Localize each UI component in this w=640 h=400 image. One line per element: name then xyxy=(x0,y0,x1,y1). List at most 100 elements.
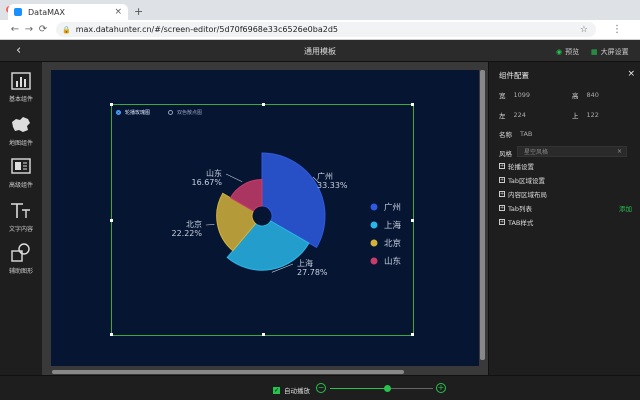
expand-icon: + xyxy=(499,177,505,183)
preview-button[interactable]: ◉ 预览 xyxy=(556,47,579,57)
style-value: 星空风格 xyxy=(524,149,549,156)
browser-tab-title: DataMAX xyxy=(28,7,65,17)
add-tab-button[interactable]: 添加 xyxy=(619,203,632,213)
height-value[interactable]: 840 xyxy=(587,91,599,99)
page-title: 通用模板 xyxy=(304,47,336,56)
section-label: Tab区域设置 xyxy=(508,177,546,185)
vertical-scrollbar[interactable] xyxy=(480,70,485,360)
height-label: 高 xyxy=(572,92,579,100)
zoom-slider[interactable] xyxy=(330,385,433,392)
component-config-panel: 组件配置 × 宽 1099 高 840 左 224 上 122 名称 TAB 风… xyxy=(488,62,640,375)
zoom-slider-fill xyxy=(330,388,387,389)
toolbar-item-label: 基本组件 xyxy=(8,96,33,103)
width-value[interactable]: 1099 xyxy=(514,91,531,99)
width-label: 宽 xyxy=(499,92,506,100)
height-field[interactable]: 高 840 xyxy=(572,90,599,100)
grid-settings-icon: ▦ xyxy=(591,48,598,56)
zoom-out-button[interactable]: − xyxy=(316,383,326,393)
section-tab-area[interactable]: + Tab区域设置 xyxy=(499,175,545,185)
map-icon xyxy=(0,114,42,136)
url-field[interactable]: 🔒 max.datahunter.cn/#/screen-editor/5d70… xyxy=(56,22,596,37)
legend-label[interactable]: 广州 xyxy=(384,202,401,213)
close-icon[interactable]: × xyxy=(627,69,635,79)
editor-canvas: 轮播玫瑰图 双色散点图 广州 33.33% 上海 27.78% 北京 22.22% 山东 16… xyxy=(42,62,488,375)
legend-swatch[interactable] xyxy=(370,239,378,247)
toolbar-item-advanced[interactable]: 高级组件 xyxy=(0,156,42,189)
left-field[interactable]: 左 224 xyxy=(499,110,526,120)
slice-percent-label: 16.67% xyxy=(191,178,222,187)
browser-menu-icon[interactable]: ⋮ xyxy=(612,24,622,35)
legend-label[interactable]: 上海 xyxy=(384,220,402,231)
toolbar-item-shapes[interactable]: 辅助图形 xyxy=(0,242,42,275)
checkbox-checked-icon: ✓ xyxy=(273,386,280,394)
section-label: 内容区域布局 xyxy=(508,191,547,199)
toolbar-item-basic[interactable]: 基本组件 xyxy=(0,70,42,103)
legend-swatch[interactable] xyxy=(370,203,378,211)
slice-percent-label: 27.78% xyxy=(297,268,328,277)
address-bar: ← → ⟳ 🔒 max.datahunter.cn/#/screen-edito… xyxy=(0,20,640,40)
top-label: 上 xyxy=(572,112,579,120)
tab-close-icon[interactable]: × xyxy=(114,7,122,17)
toolbar-item-map[interactable]: 地图组件 xyxy=(0,114,42,147)
bigscreen-settings-button[interactable]: ▦ 大屏设置 xyxy=(591,47,629,57)
advanced-components-icon xyxy=(0,156,42,178)
zoom-in-button[interactable]: + xyxy=(436,383,446,393)
width-field[interactable]: 宽 1099 xyxy=(499,90,530,100)
section-tab-list[interactable]: + Tab列表 xyxy=(499,203,532,213)
browser-tab[interactable]: DataMAX × xyxy=(8,4,128,20)
expand-icon: + xyxy=(499,219,505,225)
toolbar-item-label: 文字内容 xyxy=(8,226,33,233)
preview-label: 预览 xyxy=(565,48,580,56)
text-icon xyxy=(0,200,42,222)
autoplay-checkbox[interactable]: ✓ 自动播放 xyxy=(273,385,310,395)
eye-icon: ◉ xyxy=(556,48,563,56)
clear-icon[interactable]: × xyxy=(617,148,622,155)
reload-icon[interactable]: ⟳ xyxy=(36,24,50,35)
legend-swatch[interactable] xyxy=(370,257,378,265)
legend-swatch[interactable] xyxy=(370,221,378,229)
bigscreen-label: 大屏设置 xyxy=(600,48,629,56)
bar-chart-icon xyxy=(0,70,42,92)
section-content-layout[interactable]: + 内容区域布局 xyxy=(499,189,547,199)
zoom-slider-knob[interactable] xyxy=(383,385,391,392)
expand-icon: + xyxy=(499,191,505,197)
section-label: Tab列表 xyxy=(508,205,533,213)
label-leader-line xyxy=(205,224,215,226)
back-arrow-icon[interactable]: ← xyxy=(8,24,22,35)
expand-icon: + xyxy=(499,205,505,211)
top-value[interactable]: 122 xyxy=(587,111,599,119)
slice-percent-label: 33.33% xyxy=(317,181,348,190)
bookmark-star-icon[interactable]: ☆ xyxy=(580,25,588,35)
expand-icon: + xyxy=(499,163,505,169)
left-label: 左 xyxy=(499,112,506,120)
favicon-icon xyxy=(14,8,22,16)
horizontal-scrollbar[interactable] xyxy=(52,370,404,374)
slice-name-label: 山东 xyxy=(206,168,222,178)
label-leader-line xyxy=(225,173,243,183)
legend-label[interactable]: 北京 xyxy=(384,238,401,249)
selected-component-frame[interactable]: 轮播玫瑰图 双色散点图 广州 33.33% 上海 27.78% 北京 22.22% 山东 16… xyxy=(110,103,414,336)
app-header: ‹ 通用模板 ◉ 预览 ▦ 大屏设置 xyxy=(0,40,640,62)
name-label: 名称 xyxy=(499,131,512,139)
slice-name-label: 广州 xyxy=(317,171,333,181)
section-carousel-settings[interactable]: + 轮播设置 xyxy=(499,161,534,171)
style-label-row: 风格 xyxy=(499,148,512,158)
toolbar-item-label: 地图组件 xyxy=(8,140,33,147)
url-text: max.datahunter.cn/#/screen-editor/5d70f6… xyxy=(75,25,338,34)
top-field[interactable]: 上 122 xyxy=(572,110,599,120)
new-tab-icon[interactable]: + xyxy=(134,5,143,18)
shapes-icon xyxy=(0,242,42,264)
toolbar-item-label: 辅助图形 xyxy=(8,268,33,275)
legend-label[interactable]: 山东 xyxy=(384,256,401,267)
style-select[interactable]: 星空风格 × xyxy=(517,146,627,157)
section-label: 轮播设置 xyxy=(508,163,534,171)
left-value[interactable]: 224 xyxy=(514,111,526,119)
section-tab-style[interactable]: + TAB样式 xyxy=(499,217,533,227)
name-value[interactable]: TAB xyxy=(520,130,532,138)
toolbar-item-label: 高级组件 xyxy=(8,182,33,189)
toolbar-item-text[interactable]: 文字内容 xyxy=(0,200,42,233)
forward-arrow-icon[interactable]: → xyxy=(22,24,36,35)
screen-preview: 轮播玫瑰图 双色散点图 广州 33.33% 上海 27.78% 北京 22.22% 山东 16… xyxy=(51,70,479,366)
lock-icon: 🔒 xyxy=(62,25,71,34)
name-field[interactable]: 名称 TAB xyxy=(499,129,532,139)
